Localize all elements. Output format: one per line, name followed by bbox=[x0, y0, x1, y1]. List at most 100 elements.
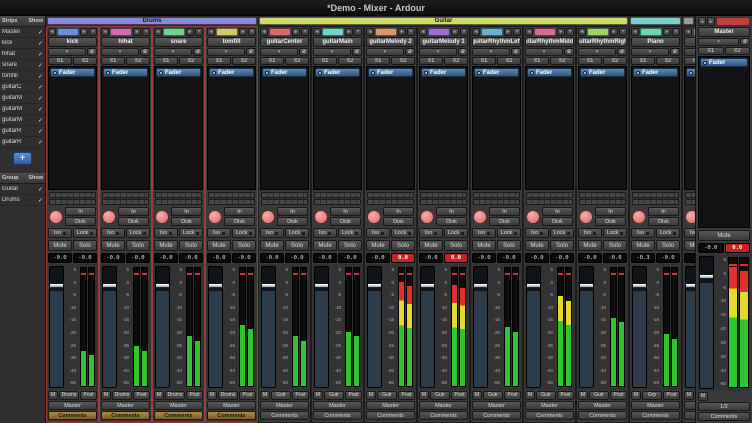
panner-azimuth[interactable] bbox=[685, 192, 695, 198]
peak-display[interactable]: -0.0 bbox=[285, 253, 309, 263]
monitor-disk-button[interactable]: Disk bbox=[489, 217, 520, 226]
mute-button[interactable]: Mute bbox=[684, 240, 695, 251]
monitor-input-button[interactable]: In bbox=[489, 207, 520, 216]
output-button[interactable]: Master bbox=[48, 401, 97, 410]
mute-button[interactable]: Mute bbox=[48, 240, 72, 251]
processor-box[interactable]: Fader bbox=[525, 66, 574, 190]
fader-handle[interactable] bbox=[156, 284, 169, 288]
channel-1-button[interactable]: ≡1 bbox=[207, 57, 231, 65]
fader-processor[interactable]: Fader bbox=[50, 68, 95, 77]
master-input-button[interactable]: ▾ bbox=[698, 38, 739, 46]
strip-scroll-left-icon[interactable]: ◂ bbox=[578, 28, 586, 36]
strip-close-icon[interactable]: × bbox=[566, 28, 574, 36]
input-button[interactable]: ▾ bbox=[366, 48, 404, 56]
master-fader-led-icon[interactable] bbox=[703, 61, 707, 65]
processor-box[interactable]: Fader bbox=[366, 66, 415, 190]
group-button[interactable]: Drums bbox=[218, 391, 238, 400]
panner-width[interactable] bbox=[632, 199, 679, 205]
solo-button[interactable]: Solo bbox=[285, 240, 309, 251]
fader-handle[interactable] bbox=[262, 284, 275, 288]
phase-invert-button[interactable]: ø bbox=[87, 48, 97, 56]
panner-azimuth[interactable] bbox=[208, 192, 255, 198]
sidebar-strip-row[interactable]: Guitar ✓ bbox=[0, 184, 45, 195]
sidebar-strip-row[interactable]: guitarM ✓ bbox=[0, 115, 45, 126]
fader-handle[interactable] bbox=[580, 284, 593, 288]
solo-button[interactable]: Solo bbox=[126, 240, 150, 251]
strip-name-button[interactable]: guitarMain bbox=[313, 37, 362, 47]
master-name-button[interactable]: Master bbox=[698, 27, 750, 37]
channel-2-button[interactable]: ≡2 bbox=[232, 57, 256, 65]
record-enable-button[interactable] bbox=[261, 210, 275, 224]
strip-scroll-right-icon[interactable]: ▸ bbox=[398, 28, 406, 36]
strip-color-chip[interactable] bbox=[375, 28, 397, 36]
strip-scroll-left-icon[interactable]: ◂ bbox=[260, 28, 268, 36]
mute-button[interactable]: Mute bbox=[313, 240, 337, 251]
processor-box[interactable]: Fader bbox=[48, 66, 97, 190]
strip-name-button[interactable]: kick bbox=[48, 37, 97, 47]
channel-2-button[interactable]: ≡2 bbox=[391, 57, 415, 65]
panner-azimuth[interactable] bbox=[314, 192, 361, 198]
master-fader-handle[interactable] bbox=[700, 275, 713, 279]
input-button[interactable]: ▾ bbox=[684, 48, 695, 56]
metering-point-button[interactable]: M bbox=[472, 391, 482, 400]
processor-box[interactable]: Fader bbox=[472, 66, 521, 190]
mute-button[interactable]: Mute bbox=[366, 240, 390, 251]
strip-close-icon[interactable]: × bbox=[142, 28, 150, 36]
monitor-input-button[interactable]: In bbox=[65, 207, 96, 216]
panner-width[interactable] bbox=[102, 199, 149, 205]
sidebar-strip-checkbox[interactable]: ✓ bbox=[38, 117, 43, 124]
strip-name-button[interactable]: guitarRhythmLeft bbox=[472, 37, 521, 47]
output-button[interactable]: Master bbox=[419, 401, 468, 410]
solo-lock-button[interactable]: Lock bbox=[391, 228, 415, 238]
solo-isolate-button[interactable]: Iso bbox=[631, 228, 655, 238]
strip-scroll-right-icon[interactable]: ▸ bbox=[451, 28, 459, 36]
fader-processor[interactable]: Fader bbox=[474, 68, 519, 77]
master-peak-display[interactable]: 0.0 bbox=[725, 243, 751, 253]
metering-point-button[interactable]: M bbox=[154, 391, 164, 400]
fader-processor[interactable]: Fader bbox=[156, 68, 201, 77]
panner-azimuth[interactable] bbox=[526, 192, 573, 198]
channel-1-button[interactable]: ≡1 bbox=[313, 57, 337, 65]
fader-processor[interactable]: Fader bbox=[527, 68, 572, 77]
sidebar-strip-checkbox[interactable]: ✓ bbox=[38, 197, 43, 204]
strip-close-icon[interactable]: × bbox=[301, 28, 309, 36]
solo-isolate-button[interactable]: Iso bbox=[419, 228, 443, 238]
channel-1-button[interactable]: ≡1 bbox=[260, 57, 284, 65]
comments-button[interactable]: Comments bbox=[525, 411, 574, 420]
panner-azimuth[interactable] bbox=[420, 192, 467, 198]
peak-display[interactable]: 0.0 bbox=[444, 253, 468, 263]
gain-display[interactable]: -0.0 bbox=[207, 253, 231, 263]
gain-fader[interactable] bbox=[420, 266, 435, 388]
solo-button[interactable]: Solo bbox=[444, 240, 468, 251]
mute-button[interactable]: Mute bbox=[578, 240, 602, 251]
monitor-disk-button[interactable]: Disk bbox=[648, 217, 679, 226]
sidebar-strip-row[interactable]: guitarR ✓ bbox=[0, 126, 45, 137]
sidebar-strip-checkbox[interactable]: ✓ bbox=[38, 84, 43, 91]
master-gain-display[interactable]: -0.0 bbox=[698, 243, 724, 253]
panner-width[interactable] bbox=[420, 199, 467, 205]
strip-close-icon[interactable]: × bbox=[619, 28, 627, 36]
peak-display[interactable]: -0.0 bbox=[497, 253, 521, 263]
fader-processor-led-icon[interactable] bbox=[53, 71, 57, 75]
mute-button[interactable]: Mute bbox=[419, 240, 443, 251]
comments-button[interactable]: Comments bbox=[366, 411, 415, 420]
mute-button[interactable]: Mute bbox=[260, 240, 284, 251]
strip-scroll-left-icon[interactable]: ◂ bbox=[419, 28, 427, 36]
fader-processor[interactable]: Fader bbox=[580, 68, 625, 77]
strip-color-chip[interactable] bbox=[428, 28, 450, 36]
processor-position-button[interactable]: Post bbox=[133, 391, 150, 400]
gain-fader[interactable] bbox=[367, 266, 382, 388]
strip-close-icon[interactable]: × bbox=[513, 28, 521, 36]
strip-scroll-left-icon[interactable]: ◂ bbox=[631, 28, 639, 36]
output-button[interactable]: Master bbox=[260, 401, 309, 410]
strip-close-icon[interactable]: × bbox=[354, 28, 362, 36]
strip-scroll-right-icon[interactable]: ▸ bbox=[345, 28, 353, 36]
group-button[interactable]: Gutr bbox=[483, 391, 503, 400]
group-tab[interactable] bbox=[683, 17, 694, 25]
monitor-input-button[interactable]: In bbox=[171, 207, 202, 216]
input-button[interactable]: ▾ bbox=[578, 48, 616, 56]
metering-point-button[interactable]: M bbox=[207, 391, 217, 400]
sidebar-strip-row[interactable]: guitarC ✓ bbox=[0, 82, 45, 93]
comments-button[interactable]: Comments bbox=[207, 411, 256, 420]
processor-position-button[interactable]: Post bbox=[292, 391, 309, 400]
